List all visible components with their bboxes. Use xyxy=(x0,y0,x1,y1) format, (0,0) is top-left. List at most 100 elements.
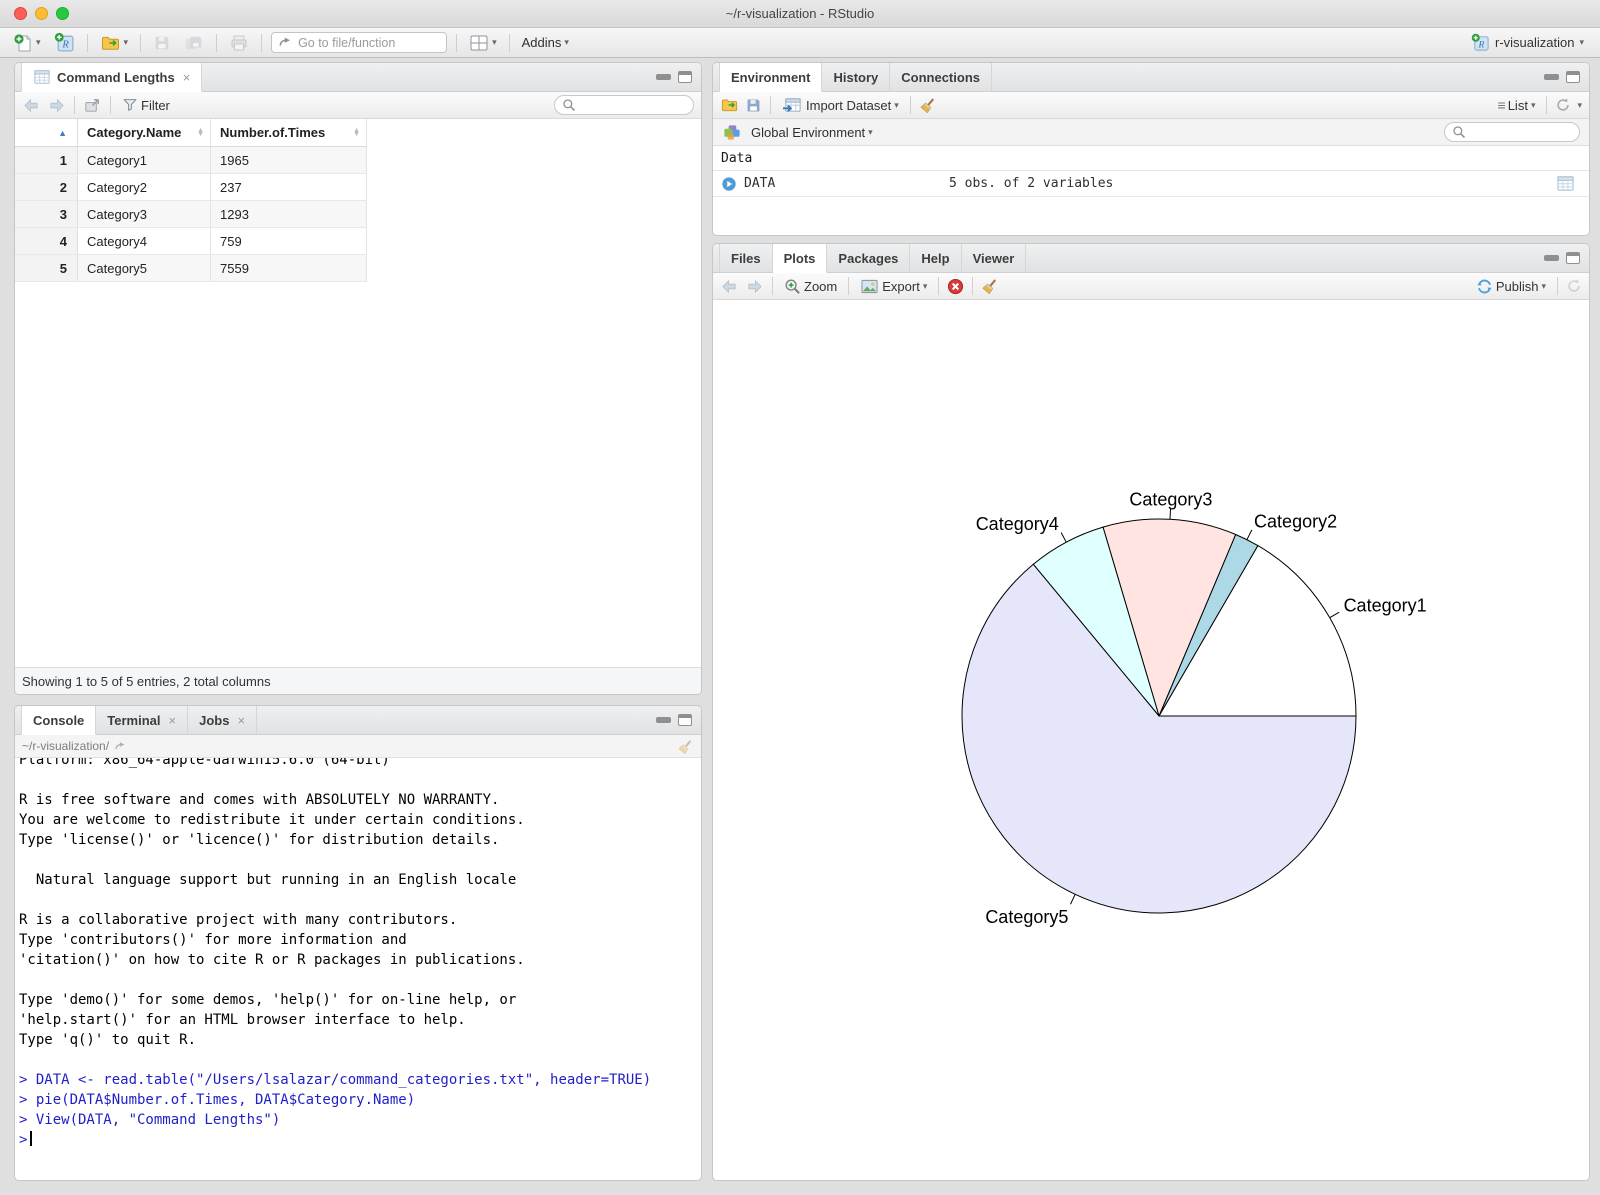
expand-object-icon[interactable] xyxy=(721,176,737,192)
table-row[interactable]: 1 Category1 1965 xyxy=(15,147,367,174)
pie-label-tick xyxy=(1070,894,1076,905)
plots-toolbar: Zoom Export ▾ Publish ▾ xyxy=(713,273,1589,300)
tab-packages[interactable]: Packages xyxy=(827,244,911,272)
project-name: r-visualization xyxy=(1494,35,1575,50)
clear-console-button[interactable] xyxy=(677,738,694,755)
back-button[interactable] xyxy=(22,97,41,114)
tab-files[interactable]: Files xyxy=(719,244,773,272)
clear-all-plots-button[interactable] xyxy=(981,277,999,295)
console-line: > View(DATA, "Command Lengths") xyxy=(19,1112,281,1128)
list-view-label: List xyxy=(1507,97,1528,113)
tab-console[interactable]: Console xyxy=(21,706,97,735)
console-line: 'help.start()' for an HTML browser inter… xyxy=(19,1012,466,1028)
save-workspace-button[interactable] xyxy=(745,97,762,114)
new-file-caret-icon[interactable]: ▾ xyxy=(36,37,41,48)
addins-caret-icon: ▾ xyxy=(564,37,569,47)
previous-plot-button[interactable] xyxy=(720,278,739,295)
table-row[interactable]: 3 Category3 1293 xyxy=(15,201,367,228)
new-file-button[interactable]: ▾ xyxy=(10,31,44,55)
close-tab-icon[interactable]: × xyxy=(169,713,177,728)
table-body: ▲ Category.Name ▲ ▼ Number.of.Times ▲ ▼ 1 … xyxy=(15,119,701,667)
console-output[interactable]: Platform: x86_64-apple-darwin15.6.0 (64-… xyxy=(15,758,701,1180)
environment-object-row[interactable]: DATA 5 obs. of 2 variables xyxy=(713,171,1589,197)
tab-label: Command Lengths xyxy=(57,69,175,85)
save-button[interactable] xyxy=(150,32,174,54)
open-file-button[interactable]: ▾ xyxy=(97,31,132,55)
tab-history[interactable]: History xyxy=(822,63,891,91)
minimize-pane-icon[interactable] xyxy=(656,717,671,723)
close-tab-icon[interactable]: × xyxy=(183,70,191,85)
export-plot-button[interactable]: Export ▾ xyxy=(857,276,930,297)
search-icon xyxy=(1454,127,1465,138)
addins-button[interactable]: Addins ▾ xyxy=(519,33,572,52)
zoom-icon xyxy=(786,280,799,293)
tab-environment[interactable]: Environment xyxy=(719,63,823,92)
tab-connections[interactable]: Connections xyxy=(890,63,992,91)
table-row[interactable]: 5 Category5 7559 xyxy=(15,255,367,282)
remove-plot-button[interactable] xyxy=(947,278,964,295)
tab-jobs[interactable]: Jobs × xyxy=(188,706,258,734)
sort-ascending-icon: ▲ xyxy=(58,127,67,138)
table-search-input[interactable] xyxy=(581,98,681,112)
column-header-number-of-times[interactable]: Number.of.Times ▲ ▼ xyxy=(211,119,367,146)
workspace-panes-button[interactable]: ▾ xyxy=(466,32,500,54)
search-icon xyxy=(564,100,575,111)
environment-search-box[interactable] xyxy=(1444,122,1580,142)
tab-viewer[interactable]: Viewer xyxy=(962,244,1027,272)
zoom-plot-button[interactable]: Zoom xyxy=(781,276,840,297)
minimize-pane-icon[interactable] xyxy=(656,74,671,80)
goto-file-input[interactable] xyxy=(298,35,429,50)
table-row[interactable]: 4 Category4 759 xyxy=(15,228,367,255)
maximize-pane-icon[interactable] xyxy=(678,714,692,726)
refresh-environment-button[interactable] xyxy=(1555,97,1571,113)
zoom-label: Zoom xyxy=(804,278,838,294)
refresh-caret-icon[interactable]: ▾ xyxy=(1577,100,1582,111)
panes-caret-icon[interactable]: ▾ xyxy=(492,37,497,48)
tab-command-lengths[interactable]: Command Lengths × xyxy=(21,63,203,92)
console-working-directory: ~/r-visualization/ xyxy=(15,735,701,758)
import-dataset-icon xyxy=(783,98,800,110)
environment-scope-selector[interactable]: Global Environment ▾ xyxy=(748,123,876,142)
minimize-pane-icon[interactable] xyxy=(1544,255,1559,261)
filter-button[interactable]: Filter xyxy=(119,95,173,115)
save-all-button[interactable] xyxy=(181,32,207,54)
publish-icon xyxy=(1477,280,1491,292)
minimize-pane-icon[interactable] xyxy=(1544,74,1559,80)
index-column-header[interactable]: ▲ xyxy=(15,119,78,146)
refresh-icon xyxy=(1569,279,1579,291)
goto-file-box[interactable] xyxy=(271,32,448,53)
environment-view-mode-button[interactable]: ≡ List ▾ xyxy=(1495,95,1539,115)
maximize-pane-icon[interactable] xyxy=(1566,252,1580,264)
project-selector[interactable]: r-visualization ▾ xyxy=(1471,33,1584,52)
pie-label: Category4 xyxy=(976,514,1059,534)
close-tab-icon[interactable]: × xyxy=(237,713,245,728)
publish-button[interactable]: Publish ▾ xyxy=(1473,276,1549,297)
print-button[interactable] xyxy=(226,31,252,55)
tab-help[interactable]: Help xyxy=(910,244,962,272)
delete-icon xyxy=(949,279,963,293)
filter-funnel-icon xyxy=(124,100,136,111)
refresh-plot-button[interactable] xyxy=(1566,278,1582,294)
table-row[interactable]: 2 Category2 237 xyxy=(15,174,367,201)
maximize-pane-icon[interactable] xyxy=(1566,71,1580,83)
maximize-pane-icon[interactable] xyxy=(678,71,692,83)
tab-terminal[interactable]: Terminal × xyxy=(96,706,189,734)
next-plot-button[interactable] xyxy=(745,278,764,295)
tab-plots[interactable]: Plots xyxy=(772,244,828,273)
environment-search-input[interactable] xyxy=(1471,125,1571,139)
goto-directory-icon[interactable] xyxy=(114,740,127,753)
save-all-icon xyxy=(186,36,201,49)
open-folder-icon xyxy=(722,100,736,111)
table-search-box[interactable] xyxy=(554,95,694,115)
show-in-new-window-button[interactable] xyxy=(83,96,102,115)
new-project-button[interactable] xyxy=(51,30,78,55)
import-dataset-button[interactable]: Import Dataset ▾ xyxy=(779,94,902,117)
forward-button[interactable] xyxy=(47,97,66,114)
console-line: 'citation()' on how to cite R or R packa… xyxy=(19,952,525,968)
view-table-button[interactable] xyxy=(1556,175,1575,192)
export-caret-icon: ▾ xyxy=(922,280,928,291)
column-header-category-name[interactable]: Category.Name ▲ ▼ xyxy=(78,119,211,146)
clear-environment-button[interactable] xyxy=(919,96,937,114)
open-file-caret-icon[interactable]: ▾ xyxy=(124,37,129,48)
load-workspace-button[interactable] xyxy=(720,96,739,114)
